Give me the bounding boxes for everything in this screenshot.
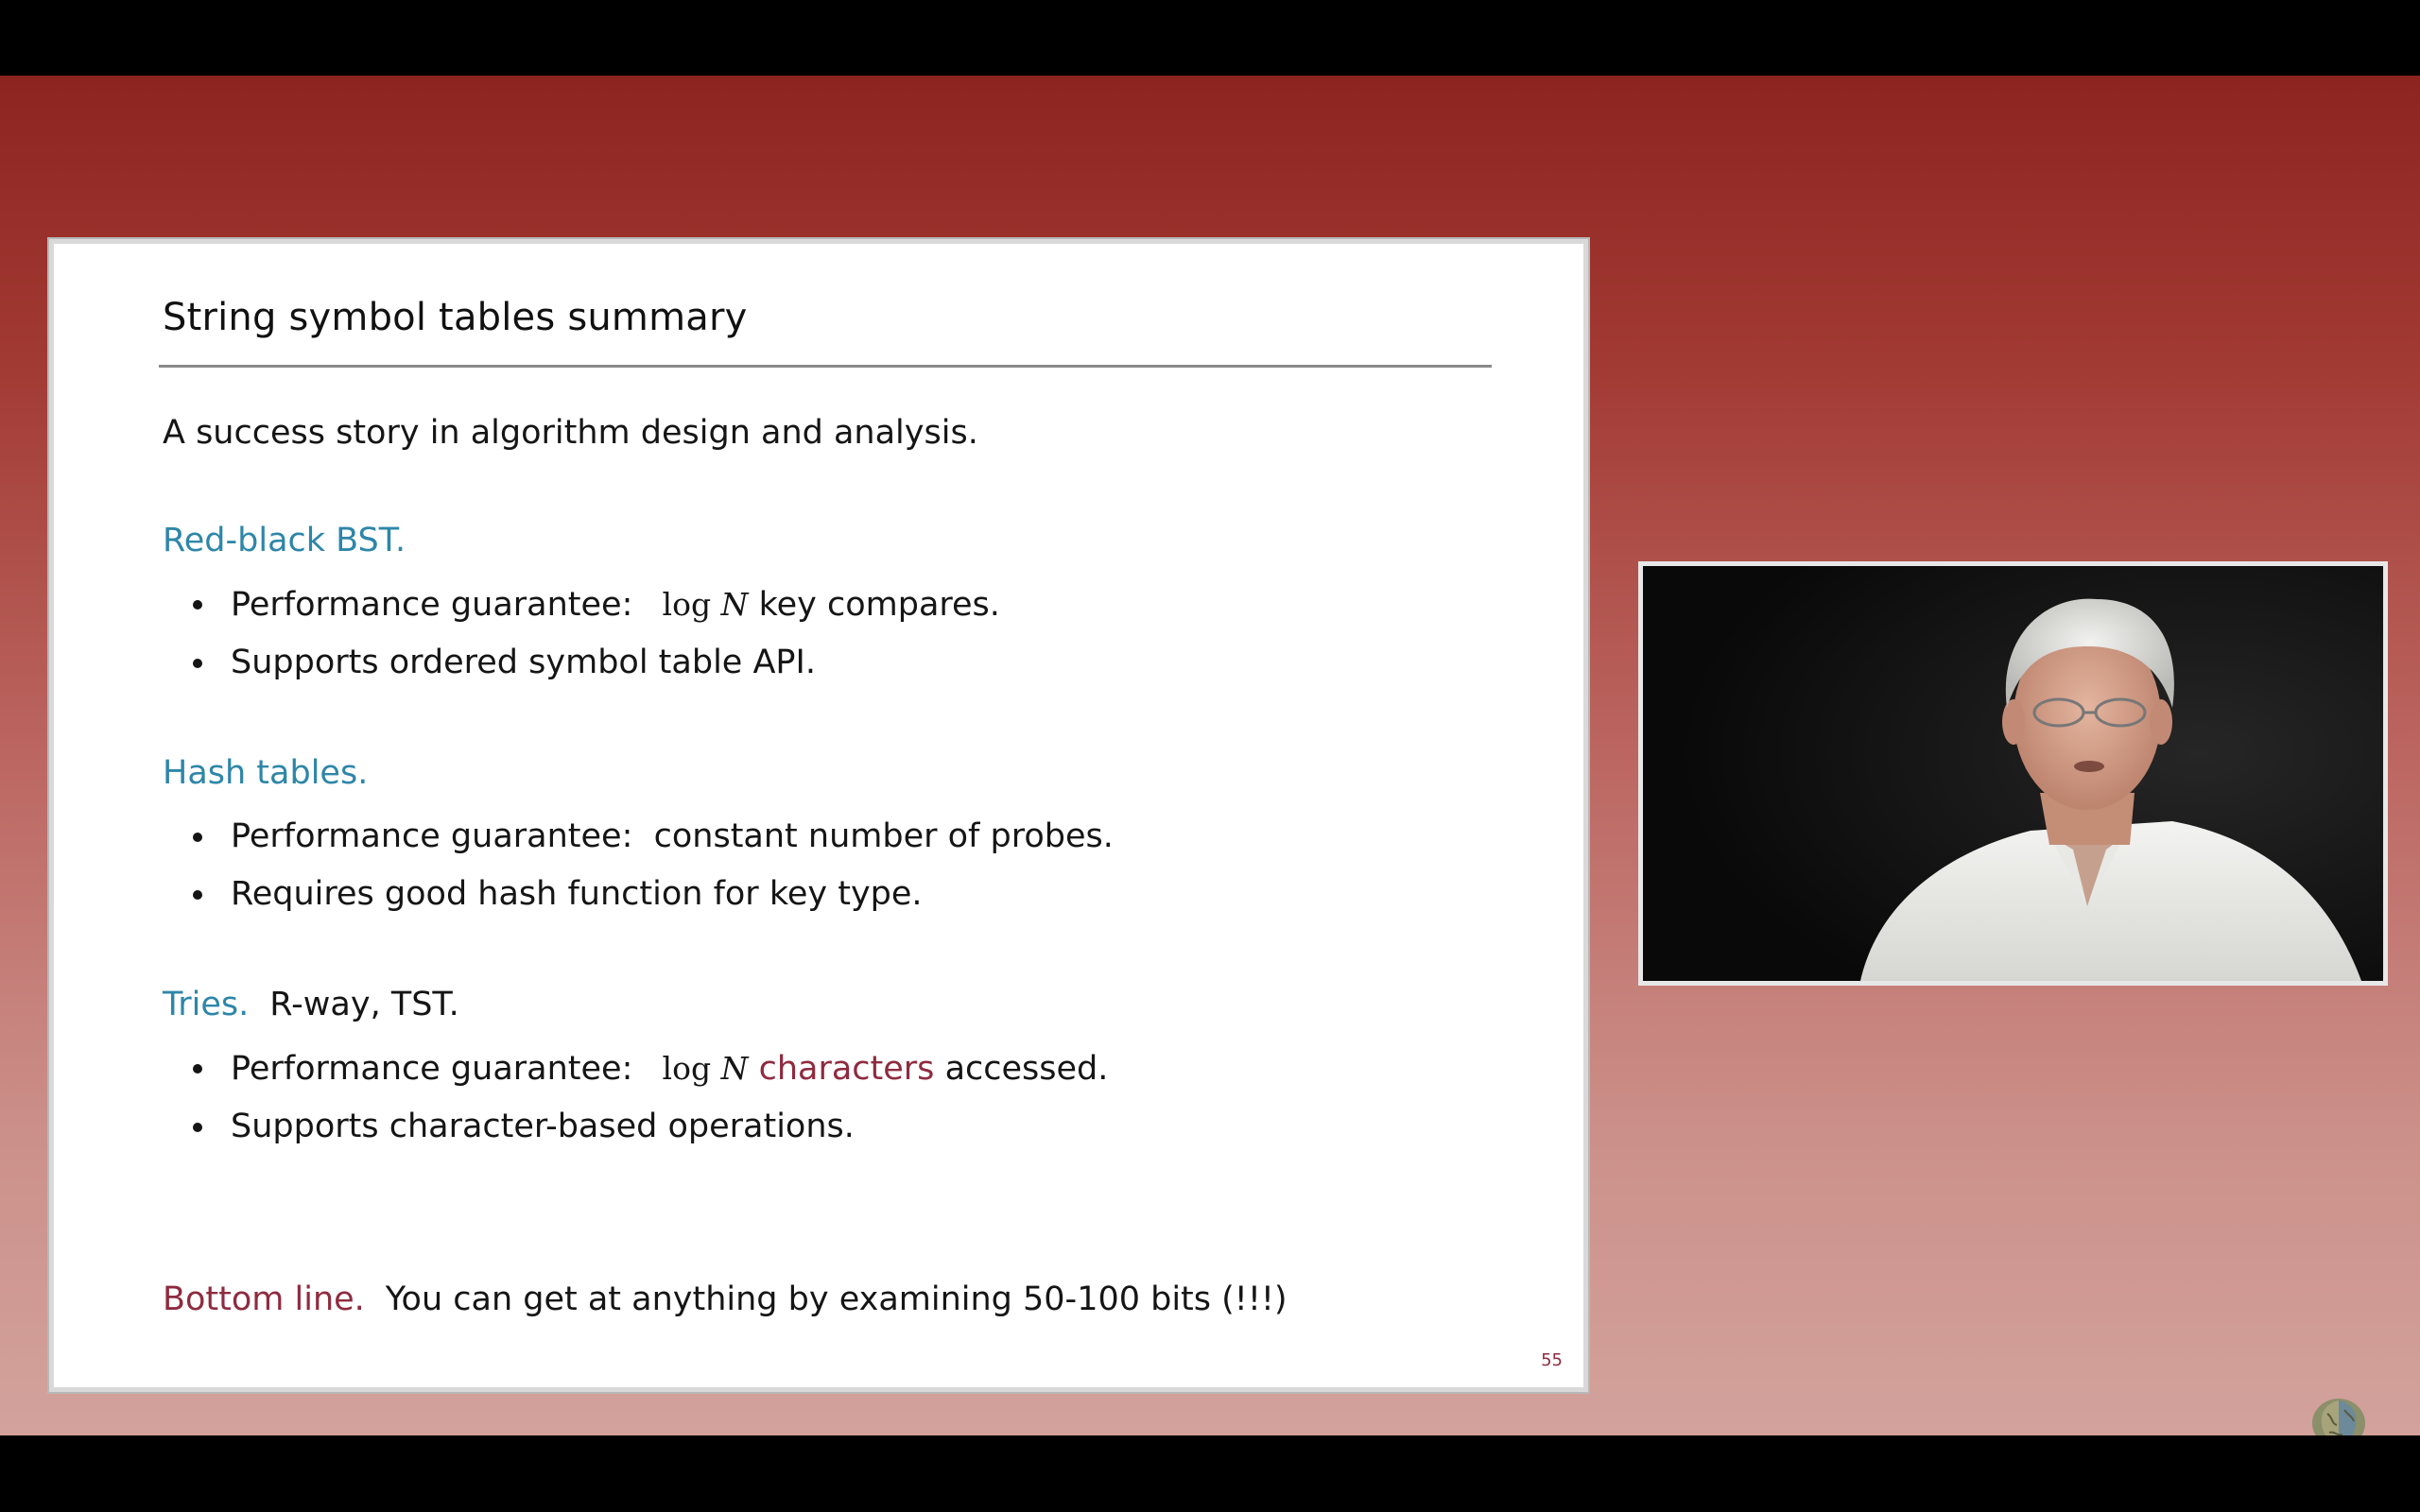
- bullet-text: Requires good hash function for key type…: [231, 875, 923, 913]
- bullet-accent: characters: [758, 1050, 935, 1088]
- bullet-item: Requires good hash function for key type…: [163, 866, 1114, 923]
- section-tries: Tries. R-way, TST. Performance guarantee:…: [163, 981, 1108, 1156]
- bullet-item: Performance guarantee: log N key compare…: [163, 576, 1000, 634]
- bullet-item: Performance guarantee: constant number o…: [163, 808, 1114, 866]
- section-hash-tables: Hash tables. Performance guarantee: cons…: [163, 749, 1114, 923]
- bottom-line-label: Bottom line.: [163, 1280, 365, 1318]
- math-var: N: [720, 1050, 749, 1087]
- section-keyword: Red-black BST.: [163, 522, 406, 559]
- bullet-item: Performance guarantee: log N characters …: [163, 1040, 1108, 1098]
- bottom-line: Bottom line. You can get at anything by e…: [163, 1280, 1288, 1318]
- letterbox-top: [0, 0, 2420, 76]
- bullet-list: Performance guarantee: constant number o…: [163, 808, 1114, 923]
- bullet-text: Supports ordered symbol table API.: [231, 644, 816, 681]
- bullet-item: Supports ordered symbol table API.: [163, 634, 1000, 692]
- math-log-text: log: [662, 586, 712, 623]
- section-heading: Hash tables.: [163, 749, 1114, 797]
- section-heading: Red-black BST.: [163, 517, 1000, 564]
- math-var: N: [720, 586, 749, 623]
- page-number: 55: [1541, 1350, 1563, 1370]
- slide-lead: A success story in algorithm design and …: [163, 414, 978, 452]
- bullet-dot: [193, 890, 202, 900]
- bullet-text: Performance guarantee: constant number o…: [231, 817, 1114, 855]
- section-heading-rest: R-way, TST.: [269, 986, 459, 1023]
- bullet-dot: [193, 659, 202, 668]
- bullet-pre: Performance guarantee:: [231, 586, 633, 624]
- math-log: log N: [663, 1050, 749, 1087]
- bullet-list: Performance guarantee: log N characters …: [163, 1040, 1108, 1156]
- section-keyword: Tries.: [163, 986, 250, 1023]
- bullet-dot: [193, 600, 202, 610]
- bullet-text: Supports character-based operations.: [231, 1108, 855, 1145]
- math-log: log N: [663, 586, 749, 623]
- bullet-dot: [193, 1123, 202, 1132]
- section-heading: Tries. R-way, TST.: [163, 981, 1108, 1028]
- section-red-black-bst: Red-black BST. Performance guarantee: lo…: [163, 517, 1000, 692]
- bullet-post: accessed.: [944, 1050, 1109, 1088]
- bullet-dot: [193, 833, 202, 842]
- speaker-video-icon: [1643, 566, 2383, 981]
- bullet-post: key compares.: [758, 586, 1000, 624]
- bullet-pre: Performance guarantee:: [231, 1050, 633, 1088]
- section-keyword: Hash tables.: [163, 754, 369, 792]
- slide-title: String symbol tables summary: [163, 296, 748, 339]
- video-stage[interactable]: String symbol tables summary A success s…: [0, 76, 2420, 1457]
- bottom-line-text: You can get at anything by examining 50-…: [385, 1280, 1288, 1318]
- bullet-item: Supports character-based operations.: [163, 1098, 1108, 1156]
- title-rule: [159, 365, 1492, 368]
- lecture-slide: String symbol tables summary A success s…: [49, 239, 1588, 1392]
- letterbox-bottom: [0, 1435, 2420, 1512]
- math-log-text: log: [662, 1050, 712, 1087]
- speaker-video: [1638, 561, 2388, 986]
- bullet-list: Performance guarantee: log N key compare…: [163, 576, 1000, 692]
- bullet-dot: [193, 1064, 202, 1074]
